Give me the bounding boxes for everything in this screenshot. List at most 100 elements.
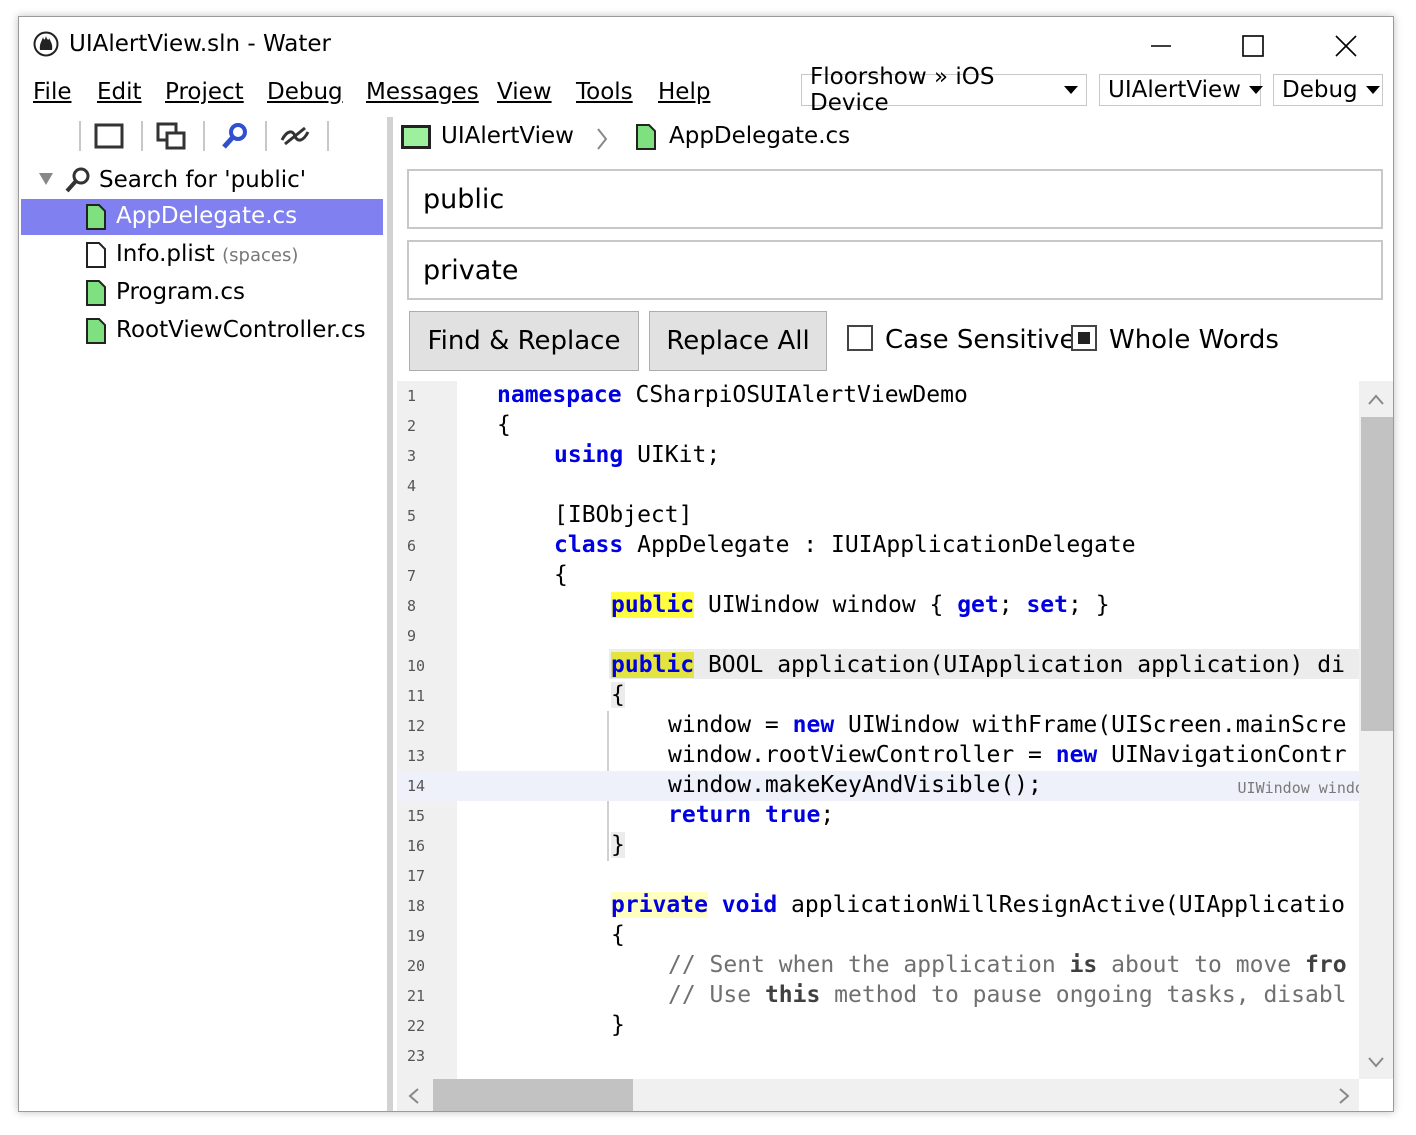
find-input[interactable]: public: [407, 169, 1383, 229]
device-select[interactable]: Floorshow » iOS Device: [801, 64, 1087, 116]
code-line: 22}: [397, 1011, 1381, 1041]
code-text: CSharpiOSUIAlertViewDemo: [635, 382, 968, 408]
replace-all-button[interactable]: Replace All: [649, 311, 827, 371]
breadcrumb-project[interactable]: UIAlertView: [441, 123, 574, 149]
replace-input-value: private: [423, 254, 519, 286]
replace-input[interactable]: private: [407, 240, 1383, 300]
panel-splitter[interactable]: [387, 117, 393, 1111]
search-label: Search for 'public': [99, 167, 307, 193]
project-icon: [401, 125, 431, 149]
menu-messages[interactable]: Messages: [366, 79, 479, 105]
menu-edit[interactable]: Edit: [97, 79, 142, 105]
file-item-rootviewcontroller[interactable]: RootViewController.cs: [19, 313, 385, 349]
search-match: public: [611, 592, 695, 618]
line-number: 9: [407, 627, 417, 645]
file-note: (spaces): [222, 245, 299, 266]
line-number: 4: [407, 477, 417, 495]
code-line: 3 using UIKit;: [397, 441, 1381, 471]
code-line: 8 public UIWindow window { get; set; }: [407, 592, 1110, 618]
code-line: 21// Use this method to pause ongoing ta…: [407, 982, 1347, 1008]
code-text: [IBObject]: [554, 502, 693, 528]
scroll-down-icon[interactable]: [1367, 1055, 1385, 1069]
case-sensitive-label: Case Sensitive: [885, 325, 1076, 355]
code-text: {: [497, 412, 511, 438]
toolbar-separator: [141, 121, 143, 151]
file-name: Info.plist: [116, 241, 215, 267]
code-line: 12 window = new UIWindow withFrame(UIScre…: [407, 712, 1347, 738]
line-number: 13: [407, 747, 426, 765]
code-text: {: [554, 562, 568, 588]
cs-file-icon: [86, 318, 106, 344]
search-icon: [222, 123, 247, 149]
menu-tools[interactable]: Tools: [576, 79, 633, 105]
target-select[interactable]: UIAlertView: [1099, 74, 1263, 106]
scroll-right-icon[interactable]: [1337, 1087, 1351, 1105]
file-item-infoplist[interactable]: Info.plist (spaces): [19, 237, 385, 273]
close-button[interactable]: [1318, 27, 1374, 65]
cs-file-icon: [86, 204, 106, 230]
line-number: 2: [407, 417, 417, 435]
code-text: UIKit;: [637, 442, 721, 468]
code-line: 20// Sent when the application is about …: [407, 952, 1347, 978]
file-icon: [86, 242, 106, 268]
file-item-appdelegate[interactable]: AppDelegate.cs: [21, 199, 383, 235]
toolbar-window-button[interactable]: [93, 121, 125, 151]
code-line: 11 {: [397, 681, 1381, 711]
config-select-label: Debug: [1282, 77, 1358, 103]
code-line: 2{: [397, 411, 1381, 441]
menu-project[interactable]: Project: [165, 79, 244, 105]
toolbar-replace-button[interactable]: [279, 121, 311, 151]
scroll-up-icon[interactable]: [1367, 393, 1385, 407]
collapse-triangle-icon[interactable]: [39, 173, 53, 185]
app-window: UIAlertView.sln - Water File Edit Projec…: [18, 16, 1394, 1112]
code-text: window.makeKeyAndVisible();: [668, 772, 1042, 798]
line-number: 15: [407, 807, 426, 825]
find-replace-button[interactable]: Find & Replace: [409, 311, 639, 371]
line-number: 1: [407, 387, 417, 405]
code-line: 7{: [397, 561, 1381, 591]
toolbar-search-button[interactable]: [219, 121, 251, 151]
vertical-scroll-thumb[interactable]: [1361, 417, 1393, 731]
code-text: }: [611, 832, 625, 858]
dropdown-caret-icon: [1248, 86, 1263, 94]
line-number: 21: [407, 987, 426, 1005]
breadcrumb-file[interactable]: AppDelegate.cs: [669, 123, 850, 149]
menu-file[interactable]: File: [33, 79, 72, 105]
menu-help[interactable]: Help: [658, 79, 710, 105]
whole-words-checkbox[interactable]: [1071, 325, 1097, 351]
line-number: 18: [407, 897, 426, 915]
keyword: using: [554, 442, 624, 468]
cs-file-icon: [636, 124, 656, 150]
file-name: RootViewController.cs: [116, 317, 366, 343]
line-number: 16: [407, 837, 426, 855]
menu-debug[interactable]: Debug: [267, 79, 343, 105]
horizontal-scroll-thumb[interactable]: [433, 1079, 633, 1111]
toolbar-windows-button[interactable]: [155, 121, 187, 151]
dropdown-caret-icon: [1064, 86, 1078, 94]
line-number: 19: [407, 927, 426, 945]
replace-icon: [280, 126, 310, 146]
water-app-icon: [33, 31, 59, 57]
menu-view[interactable]: View: [497, 79, 552, 105]
dropdown-caret-icon: [1365, 86, 1380, 94]
maximize-button[interactable]: [1225, 27, 1281, 65]
minimize-button[interactable]: [1133, 27, 1189, 65]
code-text: AppDelegate : IUIApplicationDelegate: [637, 532, 1136, 558]
line-number: 12: [407, 717, 426, 735]
case-sensitive-checkbox[interactable]: [847, 325, 873, 351]
file-item-program[interactable]: Program.cs: [19, 275, 385, 311]
file-name: Program.cs: [116, 279, 245, 305]
config-select[interactable]: Debug: [1273, 74, 1383, 106]
line-number: 8: [407, 597, 417, 615]
scroll-left-icon[interactable]: [407, 1087, 421, 1105]
code-line: 5 [IBObject]: [397, 501, 1381, 531]
search-root-node[interactable]: Search for 'public': [19, 163, 385, 199]
code-text: {: [611, 922, 625, 948]
multiple-windows-icon: [156, 122, 186, 150]
code-editor[interactable]: 1 namespace CSharpiOSUIAlertViewDemo 2{ 3…: [397, 381, 1381, 1079]
code-line: 19 {: [397, 921, 1381, 951]
code-line: 18 private void applicationWillResignActi…: [407, 892, 1345, 918]
line-number: 22: [407, 1017, 426, 1035]
code-line: 15 return true;: [407, 802, 835, 828]
close-icon: [1335, 35, 1357, 57]
